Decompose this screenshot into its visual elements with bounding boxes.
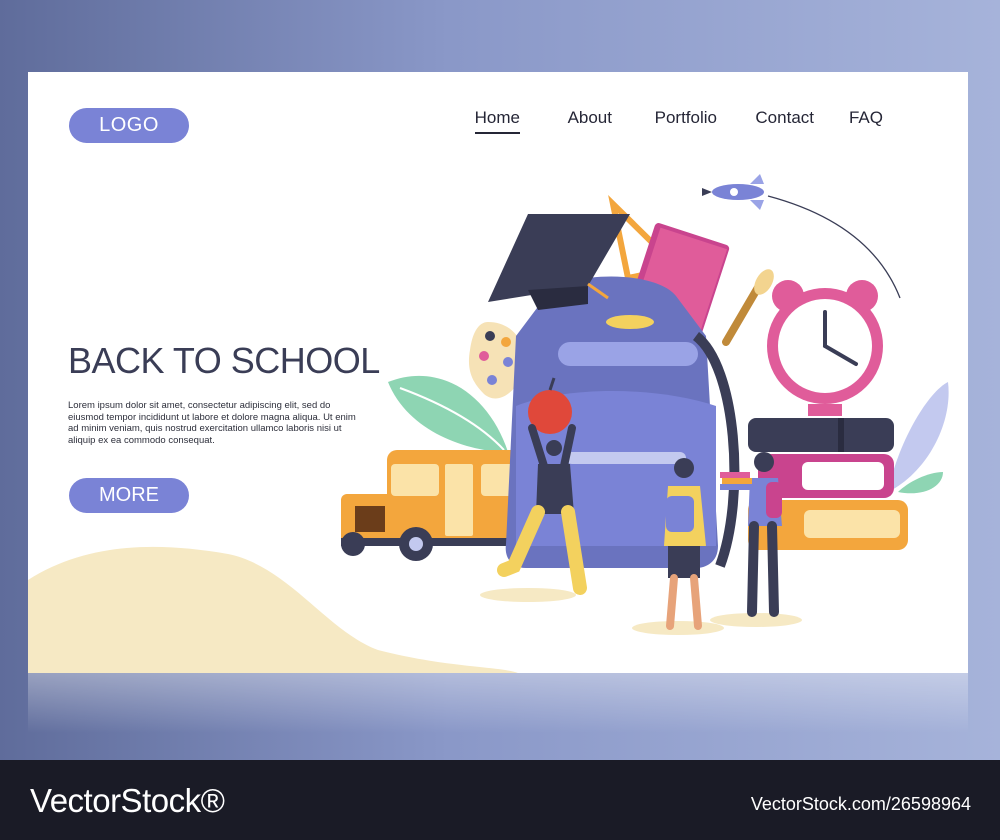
alarm-clock-icon bbox=[767, 280, 883, 416]
hero-illustration bbox=[341, 174, 949, 635]
shadow-1 bbox=[480, 588, 576, 602]
shadow-3 bbox=[710, 613, 802, 627]
rocket-icon bbox=[702, 174, 764, 210]
school-bus-icon bbox=[341, 450, 531, 561]
page-reflection bbox=[28, 673, 968, 733]
shadow-2 bbox=[632, 621, 724, 635]
watermark-bar: VectorStock® VectorStock.com/26598964 bbox=[0, 760, 1000, 840]
watermark-brand: VectorStock® bbox=[30, 782, 225, 819]
watermark-image-id: VectorStock.com/26598964 bbox=[750, 794, 971, 814]
stage: LOGO Home About Portfolio Contact FAQ BA… bbox=[0, 0, 1000, 760]
landing-page: LOGO Home About Portfolio Contact FAQ BA… bbox=[28, 72, 968, 673]
